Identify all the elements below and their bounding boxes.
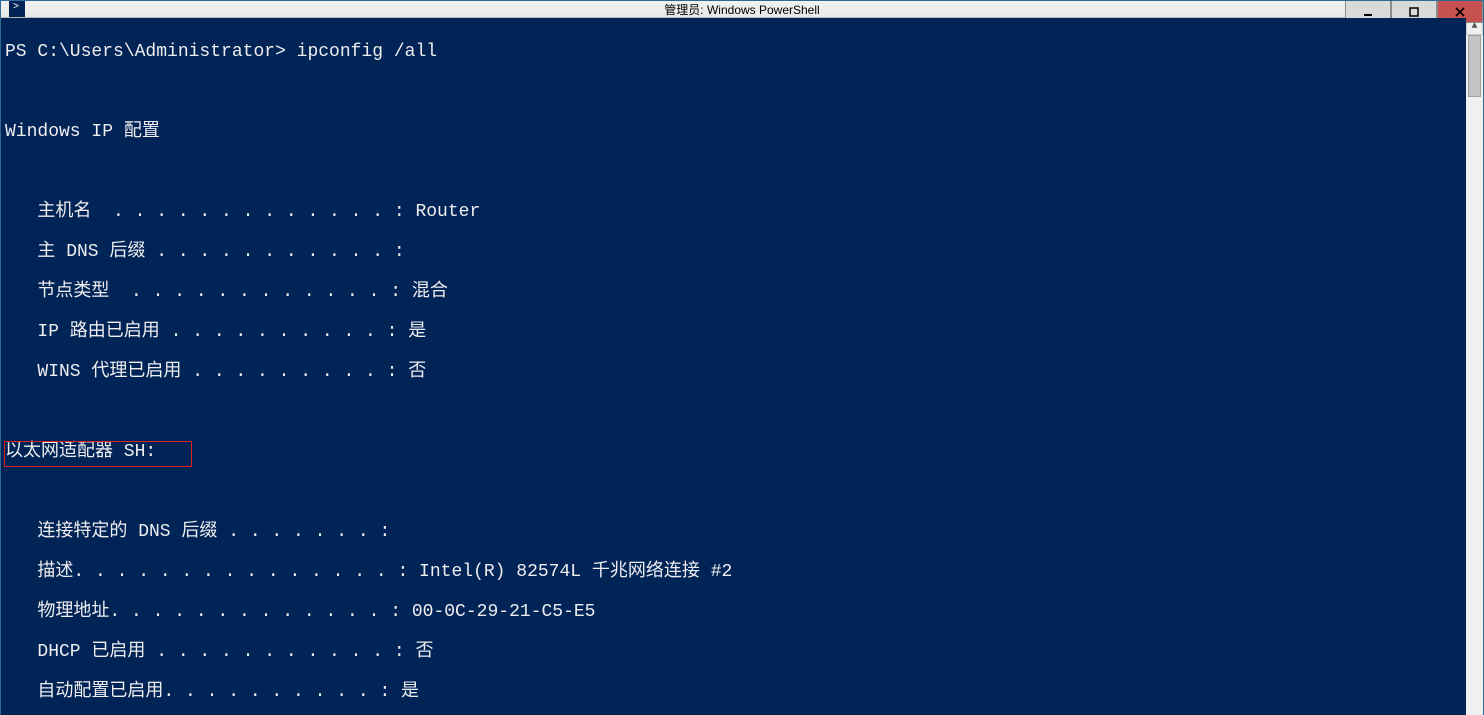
scroll-track[interactable] — [1466, 35, 1483, 715]
vertical-scrollbar[interactable]: ▲ ▼ — [1466, 18, 1483, 715]
output-line: 连接特定的 DNS 后缀 . . . . . . . : — [5, 522, 1464, 542]
output-line: 主机名 . . . . . . . . . . . . . : Router — [5, 202, 1464, 222]
output-line: 物理地址. . . . . . . . . . . . . : 00-0C-29… — [5, 602, 1464, 622]
output-line: 自动配置已启用. . . . . . . . . . : 是 — [5, 682, 1464, 702]
blank-line — [5, 402, 1464, 422]
section-header: Windows IP 配置 — [5, 122, 1464, 142]
prompt-prefix: PS C:\Users\Administrator> — [5, 42, 297, 62]
powershell-window: 管理员: Windows PowerShell PS C:\Users\Admi… — [0, 0, 1484, 715]
powershell-icon — [9, 1, 25, 17]
output-line: 描述. . . . . . . . . . . . . . . : Intel(… — [5, 562, 1464, 582]
adapter-heading: 以太网适配器 SH: — [5, 442, 1464, 462]
prompt-line: PS C:\Users\Administrator> ipconfig /all — [5, 42, 1464, 62]
highlight-box-sh: 以太网适配器 SH: — [5, 442, 156, 462]
scroll-thumb[interactable] — [1468, 35, 1481, 97]
window-title: 管理员: Windows PowerShell — [664, 1, 819, 18]
blank-line — [5, 162, 1464, 182]
titlebar[interactable]: 管理员: Windows PowerShell — [1, 1, 1483, 18]
output-line: IP 路由已启用 . . . . . . . . . . : 是 — [5, 322, 1464, 342]
terminal[interactable]: PS C:\Users\Administrator> ipconfig /all… — [1, 18, 1466, 715]
blank-line — [5, 82, 1464, 102]
output-line: 节点类型 . . . . . . . . . . . . : 混合 — [5, 282, 1464, 302]
output-line: WINS 代理已启用 . . . . . . . . . : 否 — [5, 362, 1464, 382]
output-line: DHCP 已启用 . . . . . . . . . . . : 否 — [5, 642, 1464, 662]
prompt-command: ipconfig /all — [297, 42, 437, 62]
terminal-area: PS C:\Users\Administrator> ipconfig /all… — [1, 18, 1483, 715]
output-line: 主 DNS 后缀 . . . . . . . . . . . : — [5, 242, 1464, 262]
blank-line — [5, 482, 1464, 502]
